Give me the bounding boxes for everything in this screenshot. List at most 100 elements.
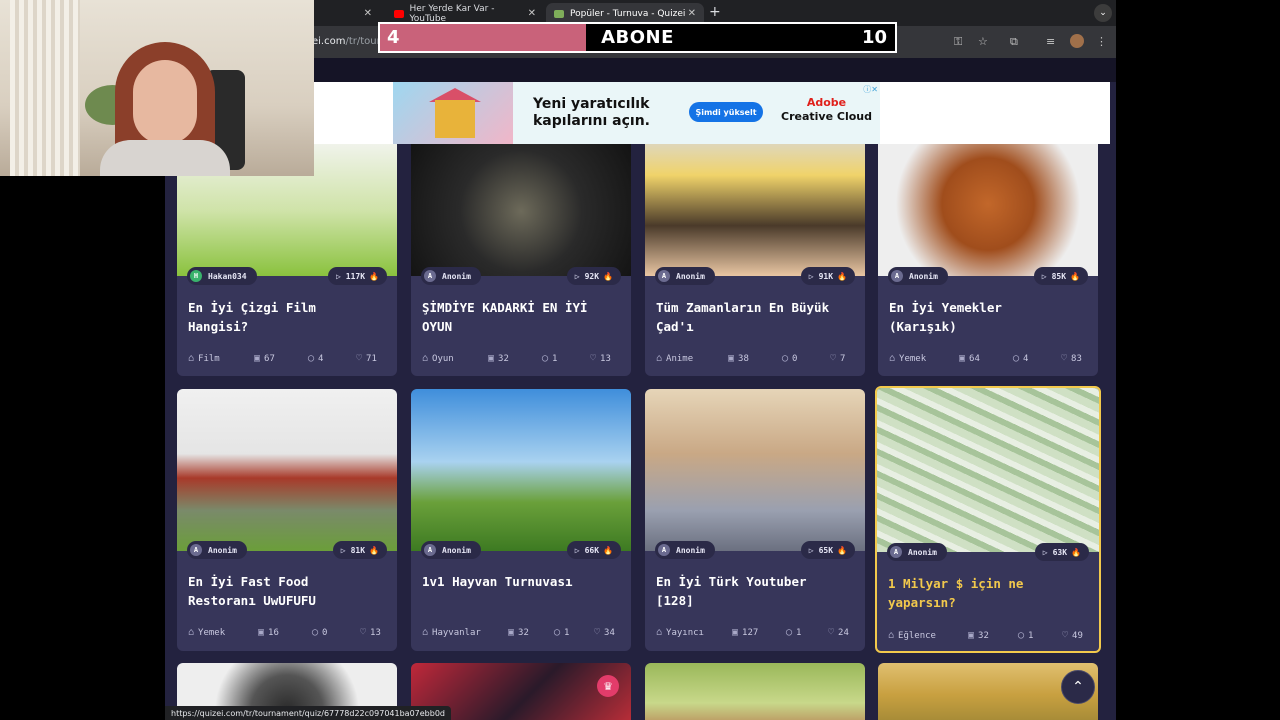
quiz-thumbnail[interactable] bbox=[411, 132, 631, 276]
star-icon[interactable]: ☆ bbox=[978, 35, 988, 48]
like-count-value: 49 bbox=[1072, 630, 1083, 641]
quiz-title[interactable]: 1 Milyar $ için ne yaparsın? bbox=[888, 574, 1089, 612]
quiz-title[interactable]: En İyi Yemekler (Karışık) bbox=[889, 298, 1088, 336]
quiz-card[interactable]: A Anonim ▷ 66K 🔥 1v1 Hayvan Turnuvası ⌂ Hayv… bbox=[411, 389, 631, 651]
profile-avatar[interactable] bbox=[1070, 34, 1084, 48]
author-badge[interactable]: A Anonim bbox=[655, 267, 715, 285]
author-badge[interactable]: A Anonim bbox=[421, 267, 481, 285]
quiz-card[interactable]: A Anonim ▷ 91K 🔥 Tüm Zamanların En Büyük Çad… bbox=[645, 132, 865, 376]
like-count[interactable]: ♡ 71 bbox=[356, 353, 377, 364]
author-badge[interactable]: A Anonim bbox=[655, 541, 715, 559]
ad-creative[interactable]: Yeni yaratıcılık kapılarını açın. Şimdi … bbox=[393, 82, 880, 144]
category[interactable]: ⌂ Oyun bbox=[422, 353, 488, 364]
ad-headline-line: kapılarını açın. bbox=[533, 113, 650, 129]
card-footer: ⌂ Oyun ▣ 32 ◯ 1 ♡ 13 bbox=[422, 353, 621, 364]
tab-quizei[interactable]: Popüler - Turnuva - Quizei ✕ bbox=[546, 3, 704, 24]
ad-banner[interactable]: Yeni yaratıcılık kapılarını açın. Şimdi … bbox=[314, 82, 1110, 144]
quiz-card[interactable]: A Anonim ▷ 81K 🔥 En İyi Fast Food Restoranı … bbox=[177, 389, 397, 651]
quiz-title[interactable]: En İyi Türk Youtuber [128] bbox=[656, 572, 855, 610]
like-count[interactable]: ♡ 49 bbox=[1062, 630, 1083, 641]
quiz-thumbnail[interactable] bbox=[645, 389, 865, 551]
author-badge[interactable]: A Anonim bbox=[887, 543, 947, 561]
key-icon[interactable]: ⚿ bbox=[954, 35, 962, 49]
like-count-value: 13 bbox=[600, 353, 611, 364]
quiz-card[interactable] bbox=[645, 663, 865, 720]
quiz-thumbnail[interactable] bbox=[645, 132, 865, 276]
close-icon[interactable]: ✕ bbox=[688, 8, 696, 19]
quiz-thumbnail[interactable] bbox=[411, 389, 631, 551]
like-count[interactable]: ♡ 13 bbox=[590, 353, 611, 364]
quiz-thumbnail[interactable] bbox=[877, 388, 1099, 552]
comment-icon: ◯ bbox=[554, 627, 561, 638]
category-label: Film bbox=[198, 353, 220, 364]
category-icon: ⌂ bbox=[656, 627, 663, 638]
quiz-title-line: [128] bbox=[656, 593, 694, 608]
more-menu-icon[interactable]: ⋮ bbox=[1096, 35, 1107, 48]
tab-previous[interactable]: ✕ bbox=[308, 3, 380, 24]
like-count[interactable]: ♡ 24 bbox=[828, 627, 849, 638]
category[interactable]: ⌂ Film bbox=[188, 353, 254, 364]
quiz-thumbnail[interactable] bbox=[878, 132, 1098, 276]
like-count[interactable]: ♡ 83 bbox=[1061, 353, 1082, 364]
category-label: Yayıncı bbox=[666, 627, 704, 638]
close-icon[interactable]: ✕ bbox=[364, 8, 372, 19]
ad-info-icon[interactable]: ⓘ✕ bbox=[863, 84, 878, 95]
avatar: A bbox=[890, 546, 902, 558]
quiz-card[interactable]: A Anonim ▷ 65K 🔥 En İyi Türk Youtuber [128] … bbox=[645, 389, 865, 651]
quiz-title-line: Restoranı UwUFUFU bbox=[188, 593, 316, 608]
comment-count-value: 0 bbox=[322, 627, 328, 638]
ad-cta-button[interactable]: Şimdi yükselt bbox=[689, 102, 763, 122]
like-count[interactable]: ♡ 13 bbox=[360, 627, 381, 638]
category-icon: ⌂ bbox=[188, 353, 195, 364]
tab-youtube[interactable]: Her Yerde Kar Var - YouTube ✕ bbox=[386, 3, 544, 24]
comment-count: ◯ 0 bbox=[782, 353, 830, 364]
category[interactable]: ⌂ Yemek bbox=[188, 627, 258, 638]
extensions-icon[interactable]: ⧉ bbox=[1010, 35, 1018, 49]
media-controls-icon[interactable]: ≡ bbox=[1046, 35, 1055, 48]
category[interactable]: ⌂ Yemek bbox=[889, 353, 959, 364]
author-badge[interactable]: H Hakan034 bbox=[187, 267, 257, 285]
images-icon: ▣ bbox=[959, 353, 966, 364]
play-icon: ▷ bbox=[340, 545, 346, 555]
quiz-title[interactable]: En İyi Çizgi Film Hangisi? bbox=[188, 298, 387, 336]
category[interactable]: ⌂ Hayvanlar bbox=[422, 627, 508, 638]
image-count: ▣ 32 bbox=[968, 630, 1018, 641]
comment-icon: ◯ bbox=[308, 353, 315, 364]
card-meta: A Anonim ▷ 66K 🔥 bbox=[411, 541, 631, 559]
author-badge[interactable]: A Anonim bbox=[421, 541, 481, 559]
card-footer: ⌂ Yemek ▣ 16 ◯ 0 ♡ 13 bbox=[188, 627, 387, 638]
like-count[interactable]: ♡ 7 bbox=[830, 353, 845, 364]
quiz-card[interactable]: A Anonim ▷ 92K 🔥 ŞİMDİYE KADARKİ EN İYİ OYUN… bbox=[411, 132, 631, 376]
image-count: ▣ 64 bbox=[959, 353, 1013, 364]
quiz-title-line: En İyi Yemekler bbox=[889, 300, 1002, 315]
quiz-thumbnail[interactable] bbox=[177, 389, 397, 551]
card-meta: A Anonim ▷ 85K 🔥 bbox=[878, 267, 1098, 285]
author-badge[interactable]: A Anonim bbox=[187, 541, 247, 559]
play-count: ▷ 65K 🔥 bbox=[800, 541, 855, 559]
close-icon[interactable]: ✕ bbox=[528, 8, 536, 19]
image-count-value: 67 bbox=[264, 353, 275, 364]
play-count-value: 117K bbox=[345, 271, 366, 281]
quiz-title[interactable]: Tüm Zamanların En Büyük Çad'ı bbox=[656, 298, 855, 336]
category[interactable]: ⌂ Eğlence bbox=[888, 630, 968, 641]
author-name: Hakan034 bbox=[208, 271, 247, 281]
author-badge[interactable]: A Anonim bbox=[888, 267, 948, 285]
quiz-card[interactable]: A Anonim ▷ 85K 🔥 En İyi Yemekler (Karışık) ⌂… bbox=[878, 132, 1098, 376]
play-icon: ▷ bbox=[1041, 271, 1047, 281]
category[interactable]: ⌂ Yayıncı bbox=[656, 627, 732, 638]
new-tab-plus-icon[interactable]: + bbox=[709, 4, 721, 20]
quiz-thumbnail[interactable] bbox=[645, 663, 865, 720]
card-meta: A Anonim ▷ 81K 🔥 bbox=[177, 541, 397, 559]
comment-count-value: 4 bbox=[318, 353, 324, 364]
quiz-title[interactable]: 1v1 Hayvan Turnuvası bbox=[422, 572, 621, 591]
quiz-title[interactable]: En İyi Fast Food Restoranı UwUFUFU bbox=[188, 572, 387, 610]
quiz-card-highlighted[interactable]: A Anonim ▷ 63K 🔥 1 Milyar $ için ne yaparsın… bbox=[875, 386, 1101, 653]
scroll-to-top-button[interactable]: ⌃ bbox=[1061, 670, 1095, 704]
address-bar[interactable]: ei.com/tr/tourn bbox=[312, 36, 387, 47]
tab-search-chevron-icon[interactable]: ⌄ bbox=[1094, 4, 1112, 22]
category[interactable]: ⌂ Anime bbox=[656, 353, 728, 364]
like-count[interactable]: ♡ 34 bbox=[594, 627, 615, 638]
quiz-title[interactable]: ŞİMDİYE KADARKİ EN İYİ OYUN bbox=[422, 298, 621, 336]
quiz-title-line: OYUN bbox=[422, 319, 453, 334]
subscriber-goal-banner: ABONE 4 10 bbox=[378, 22, 897, 53]
